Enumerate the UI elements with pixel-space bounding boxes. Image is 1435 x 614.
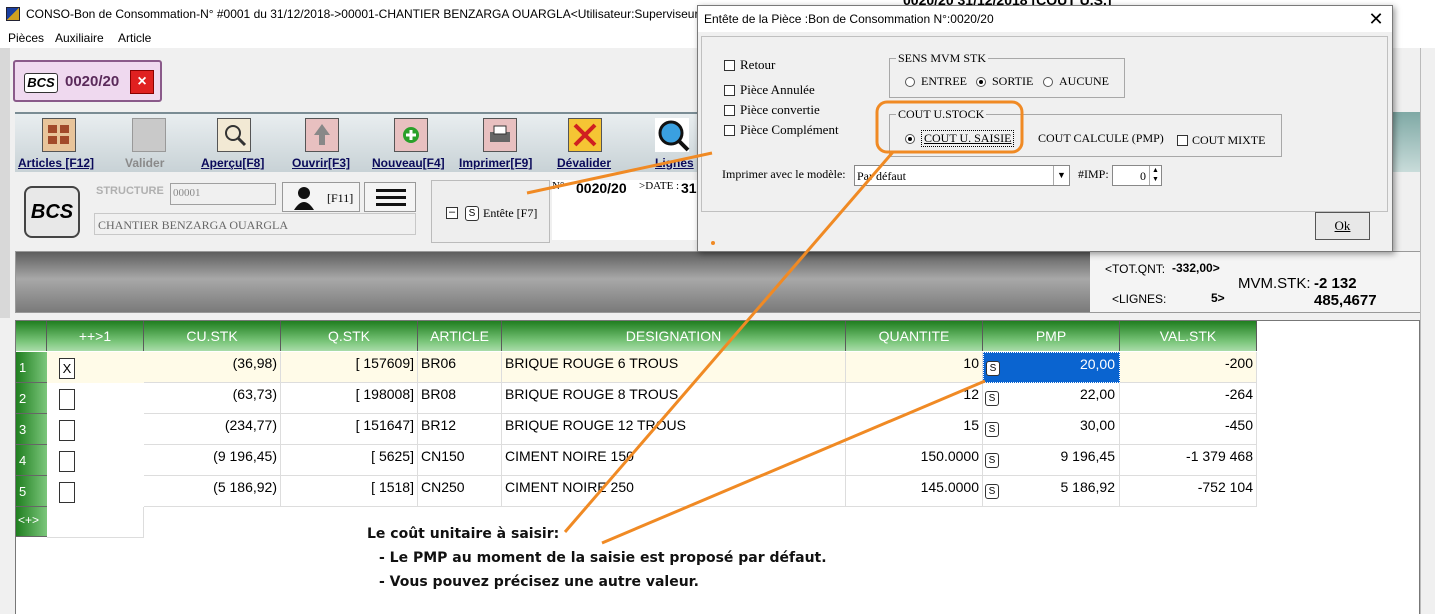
annotation-arrow-entete [526,151,713,195]
annotation-arrow-pmp [601,379,986,545]
annotation-overlay [526,100,1024,545]
annotation-arrow-cout [563,151,895,533]
annotation-highlight-ring [875,100,1024,154]
annotation-dot [711,241,715,245]
